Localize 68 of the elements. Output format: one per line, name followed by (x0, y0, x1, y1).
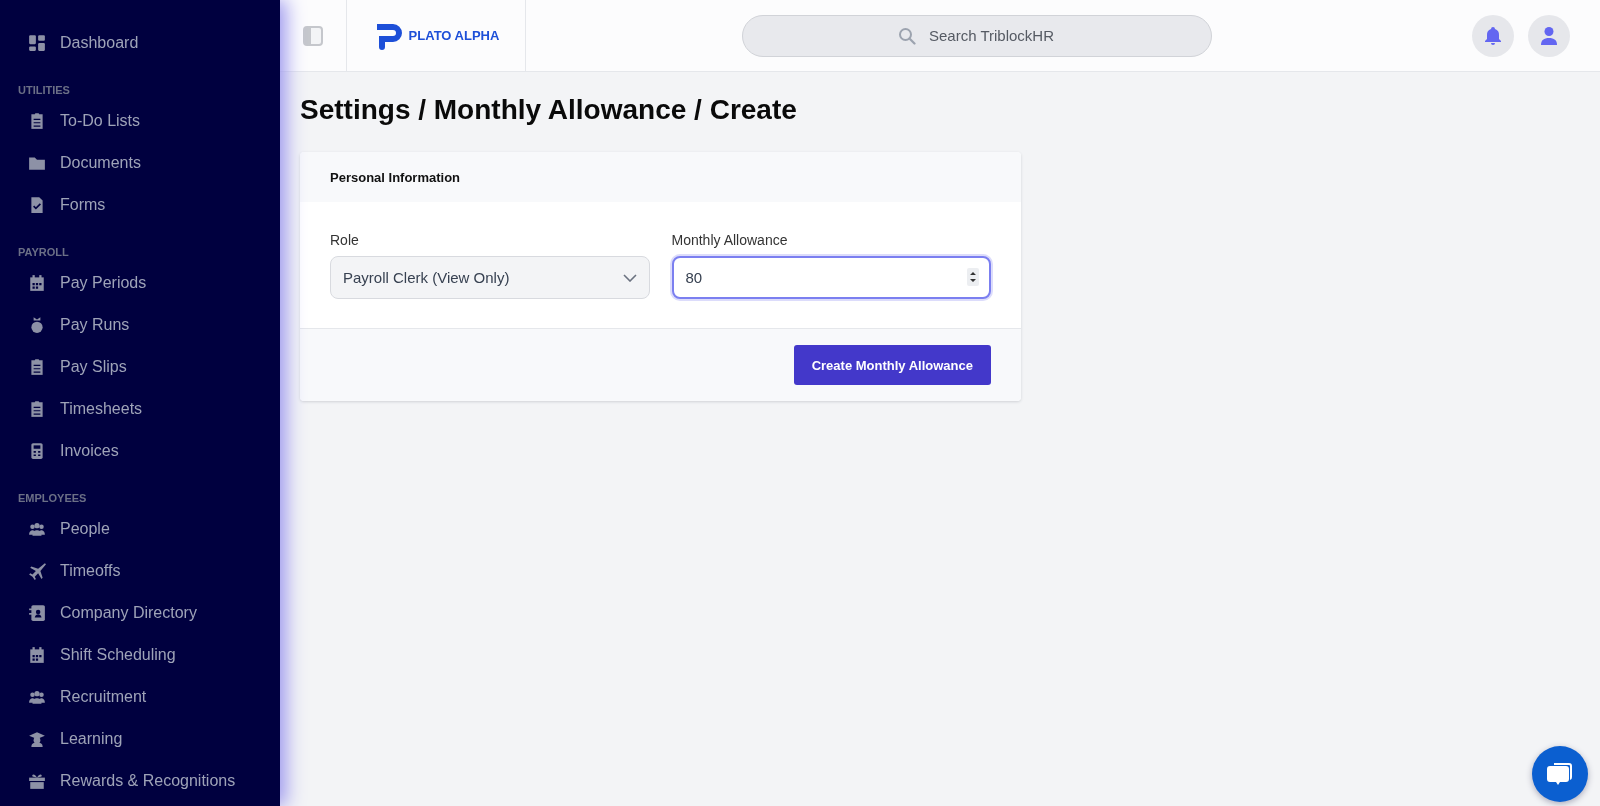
field-label: Monthly Allowance (671, 232, 788, 248)
chat-button[interactable] (1532, 746, 1588, 802)
clipboard-icon (28, 400, 46, 418)
page-title: Settings / Monthly Allowance / Create (300, 94, 797, 126)
sidebar-toggle-icon[interactable] (303, 25, 323, 46)
dashboard-icon (28, 34, 46, 52)
sidebar-item[interactable]: People (18, 508, 110, 550)
checked-document-icon (28, 196, 46, 214)
sidebar-item[interactable]: Forms (18, 184, 106, 226)
field-label: Role (330, 232, 359, 248)
sidebar-item[interactable]: Pay Periods (18, 262, 147, 304)
sidebar-item-label: Rewards & Recognitions (60, 772, 236, 790)
sidebar-item[interactable]: Invoices (18, 430, 119, 472)
receipt-icon (28, 358, 46, 376)
calendar-icon (28, 274, 46, 292)
chevron-down-icon (622, 273, 637, 282)
sidebar-item[interactable]: Documents (18, 142, 141, 184)
contact-card-icon (28, 604, 46, 622)
sidebar-item[interactable]: Learning (18, 718, 123, 760)
folder-icon (28, 154, 46, 172)
sidebar-item-label: Forms (60, 196, 106, 214)
sidebar-item-label: Documents (60, 154, 141, 172)
gift-icon (28, 772, 46, 790)
notifications-button[interactable] (1472, 14, 1514, 57)
sidebar-item-label: Recruitment (60, 688, 147, 706)
sidebar-item-label: Pay Slips (60, 358, 127, 376)
search-field[interactable]: Search TriblockHR (742, 14, 1212, 57)
sidebar-item[interactable]: Shift Scheduling (18, 634, 176, 676)
sidebar-item-label: Pay Runs (60, 316, 130, 334)
calculator-icon (28, 442, 46, 460)
role-dropdown[interactable]: Payroll Clerk (View Only) (330, 256, 650, 299)
people-icon (28, 688, 46, 706)
sidebar-item-label: Invoices (60, 442, 119, 460)
calendar-icon (28, 646, 46, 664)
sidebar-item-label: Timeoffs (60, 562, 121, 580)
sidebar-item-label: Dashboard (60, 34, 139, 52)
bell-icon (1484, 25, 1502, 46)
sidebar-item-label: Timesheets (60, 400, 143, 418)
sidebar-item[interactable]: To-Do Lists (18, 100, 141, 142)
section-heading: PAYROLL (18, 246, 69, 260)
sidebar-item-label: Learning (60, 730, 123, 748)
create-button[interactable]: Create Monthly Allowance (793, 345, 991, 385)
chat-bubbles-icon (1546, 761, 1574, 787)
section-heading: UTILITIES (18, 84, 70, 98)
spinner-icon[interactable] (967, 268, 979, 286)
people-icon (28, 520, 46, 538)
sidebar-item[interactable]: Company Directory (18, 592, 197, 634)
profile-button[interactable] (1528, 14, 1570, 57)
sidebar-item[interactable]: Timeoffs (18, 550, 121, 592)
clipboard-icon (28, 112, 46, 130)
search-icon (898, 26, 916, 45)
sidebar-item[interactable]: Rewards & Recognitions (18, 760, 236, 802)
sidebar-item-label: Shift Scheduling (60, 646, 176, 664)
sidebar-item[interactable]: Pay Slips (18, 346, 127, 388)
section-heading: EMPLOYEES (18, 492, 87, 506)
logo-text: PLATO ALPHA (408, 28, 500, 43)
sidebar-item-label: People (60, 520, 110, 538)
sidebar-item[interactable]: Pay Runs (18, 304, 130, 346)
sidebar-item-label: Company Directory (60, 604, 197, 622)
sidebar-item[interactable]: Recruitment (18, 676, 147, 718)
sidebar-item[interactable]: Timesheets (18, 388, 143, 430)
sidebar-item-label: Pay Periods (60, 274, 147, 292)
allowance-input[interactable]: 80 (671, 256, 991, 299)
sidebar-item[interactable]: Dashboard (18, 22, 139, 64)
user-icon (1539, 25, 1559, 46)
airplane-icon (28, 562, 46, 580)
sidebar-item-label: To-Do Lists (60, 112, 141, 130)
card-title: Personal Information (330, 169, 461, 185)
